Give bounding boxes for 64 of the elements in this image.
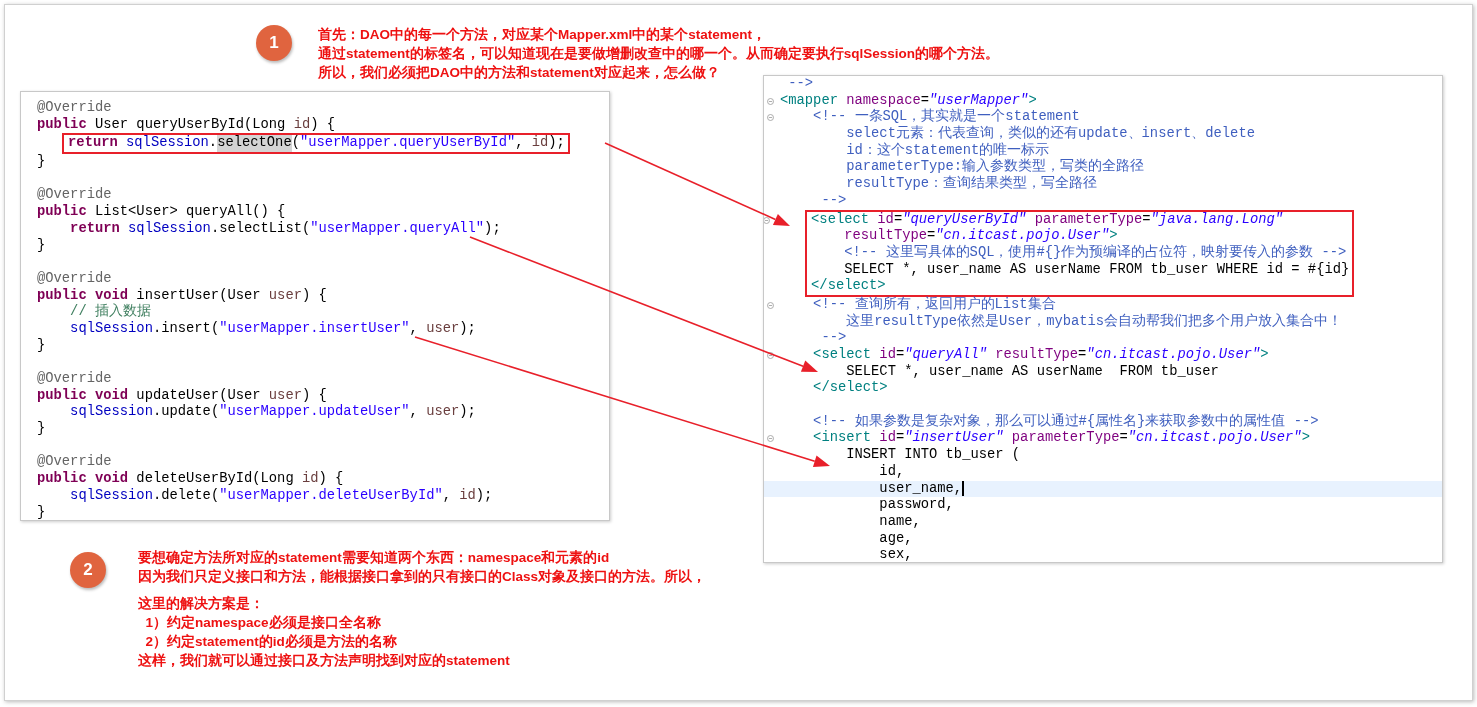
code-line: public void updateUser(User user) { <box>37 387 328 404</box>
text-cursor <box>962 481 964 497</box>
step-badge: 1 <box>256 25 292 61</box>
code-line: resultType="cn.itcast.pojo.User"> <box>843 228 1119 244</box>
code-line: <!-- 如果参数是复杂对象，那么可以通过#{属性名}来获取参数中的属性值 --> <box>812 413 1320 430</box>
code-line: sqlSession.update("userMapper.updateUser", user); <box>69 404 477 422</box>
code-line: </select> <box>811 278 887 295</box>
code-line: resultType：查询结果类型，写全路径 <box>845 176 1099 193</box>
note-text: 这样，我们就可以通过接口及方法声明找到对应的statement <box>138 652 510 670</box>
code-line: } <box>37 504 47 520</box>
code-line: @Override <box>37 454 113 471</box>
note-text: 1）约定namespace必须是接口全名称 <box>144 614 381 632</box>
fold-icon[interactable] <box>767 301 774 309</box>
code-line: @Override <box>37 100 113 117</box>
fold-icon[interactable] <box>767 114 774 122</box>
code-line: --> <box>820 330 848 347</box>
code-line: name, <box>878 513 922 531</box>
code-line: } <box>37 337 47 355</box>
note-text: 通过statement的标签名，可以知道现在是要做增删改查中的哪一个。从而确定要执行sqlSession的哪个方法。 <box>318 45 1000 63</box>
fold-icon[interactable] <box>767 352 774 359</box>
note-text: 2）约定statement的id必须是方法的名称 <box>144 633 397 651</box>
code-line: @Override <box>37 371 113 388</box>
code-line: 这里resultType依然是User，mybatis会自动帮我们把多个用户放入集合中！ <box>845 313 1344 331</box>
code-line: // 插入数据 <box>69 304 152 321</box>
note-text: 要想确定方法所对应的statement需要知道两个东西：namespace和元素的id <box>138 549 610 567</box>
code-line: select元素：代表查询，类似的还有update、insert、delete <box>845 126 1256 142</box>
code-line: public void insertUser(User user) { <box>37 287 328 303</box>
code-line: parameterType:输入参数类型，写类的全路径 <box>845 159 1146 175</box>
step-badge: 2 <box>70 552 106 588</box>
code-line: } <box>37 154 47 171</box>
code-line: public User queryUserById(Long id) { <box>37 116 337 134</box>
code-line: --> <box>787 76 815 93</box>
code-line: <select id="queryUserById" parameterType="java.lang.Long" <box>811 211 1350 229</box>
code-line: id：这个statement的唯一标示 <box>845 142 1051 158</box>
code-line: <select id="queryAll" resultType="cn.itcast.pojo.User"> <box>764 347 1442 364</box>
code-line: public List<User> queryAll() { <box>37 204 287 221</box>
code-line: return sqlSession.selectOne("userMapper.queryUserById", id); <box>68 135 565 153</box>
fold-icon[interactable] <box>767 435 774 443</box>
code-line: --> <box>820 192 848 210</box>
code-line: } <box>37 421 47 438</box>
note-text: 因为我们只定义接口和方法，能根据接口拿到的只有接口的Class对象及接口的方法。所以， <box>138 568 707 586</box>
code-line: public void deleteUserById(Long id) { <box>37 471 345 488</box>
code-line: </select> <box>812 380 889 398</box>
code-line: return sqlSession.selectList("userMapper.queryAll"); <box>69 220 502 238</box>
code-line: @Override <box>37 187 113 204</box>
code-line: sex, <box>878 547 914 562</box>
code-line: } <box>37 237 47 255</box>
code-line: sqlSession.insert("userMapper.insertUser", user); <box>69 320 477 338</box>
fold-icon[interactable] <box>767 97 774 105</box>
code-line: SELECT *, user_name AS userName FROM tb_user <box>845 363 1220 380</box>
note-text: 首先：DAO中的每一个方法，对应某个Mapper.xml中的某个statement， <box>318 26 767 44</box>
code-line: INSERT INTO tb_user ( <box>845 447 1022 464</box>
code-line: sqlSession.delete("userMapper.deleteUserById", id); <box>69 487 494 505</box>
code-line: <!-- 这里写具体的SQL，使用#{}作为预编译的占位符，映射要传入的参数 --> <box>843 244 1348 262</box>
code-line: password, <box>878 497 955 514</box>
code-line: <!-- 查询所有，返回用户的List集合 <box>764 296 1442 314</box>
note-text: 所以，我们必须把DAO中的方法和statement对应起来，怎么做？ <box>318 64 720 82</box>
code-line: @Override <box>37 270 113 288</box>
code-line: age, <box>878 530 914 548</box>
code-line: SELECT *, user_name AS userName FROM tb_user WHERE id = #{id} <box>843 261 1350 278</box>
code-line: <insert id="insertUser" parameterType="cn.itcast.pojo.User"> <box>764 430 1442 448</box>
note-text: 这里的解决方案是： <box>138 595 264 613</box>
code-line: id, <box>878 463 906 481</box>
fold-icon[interactable] <box>764 216 770 224</box>
